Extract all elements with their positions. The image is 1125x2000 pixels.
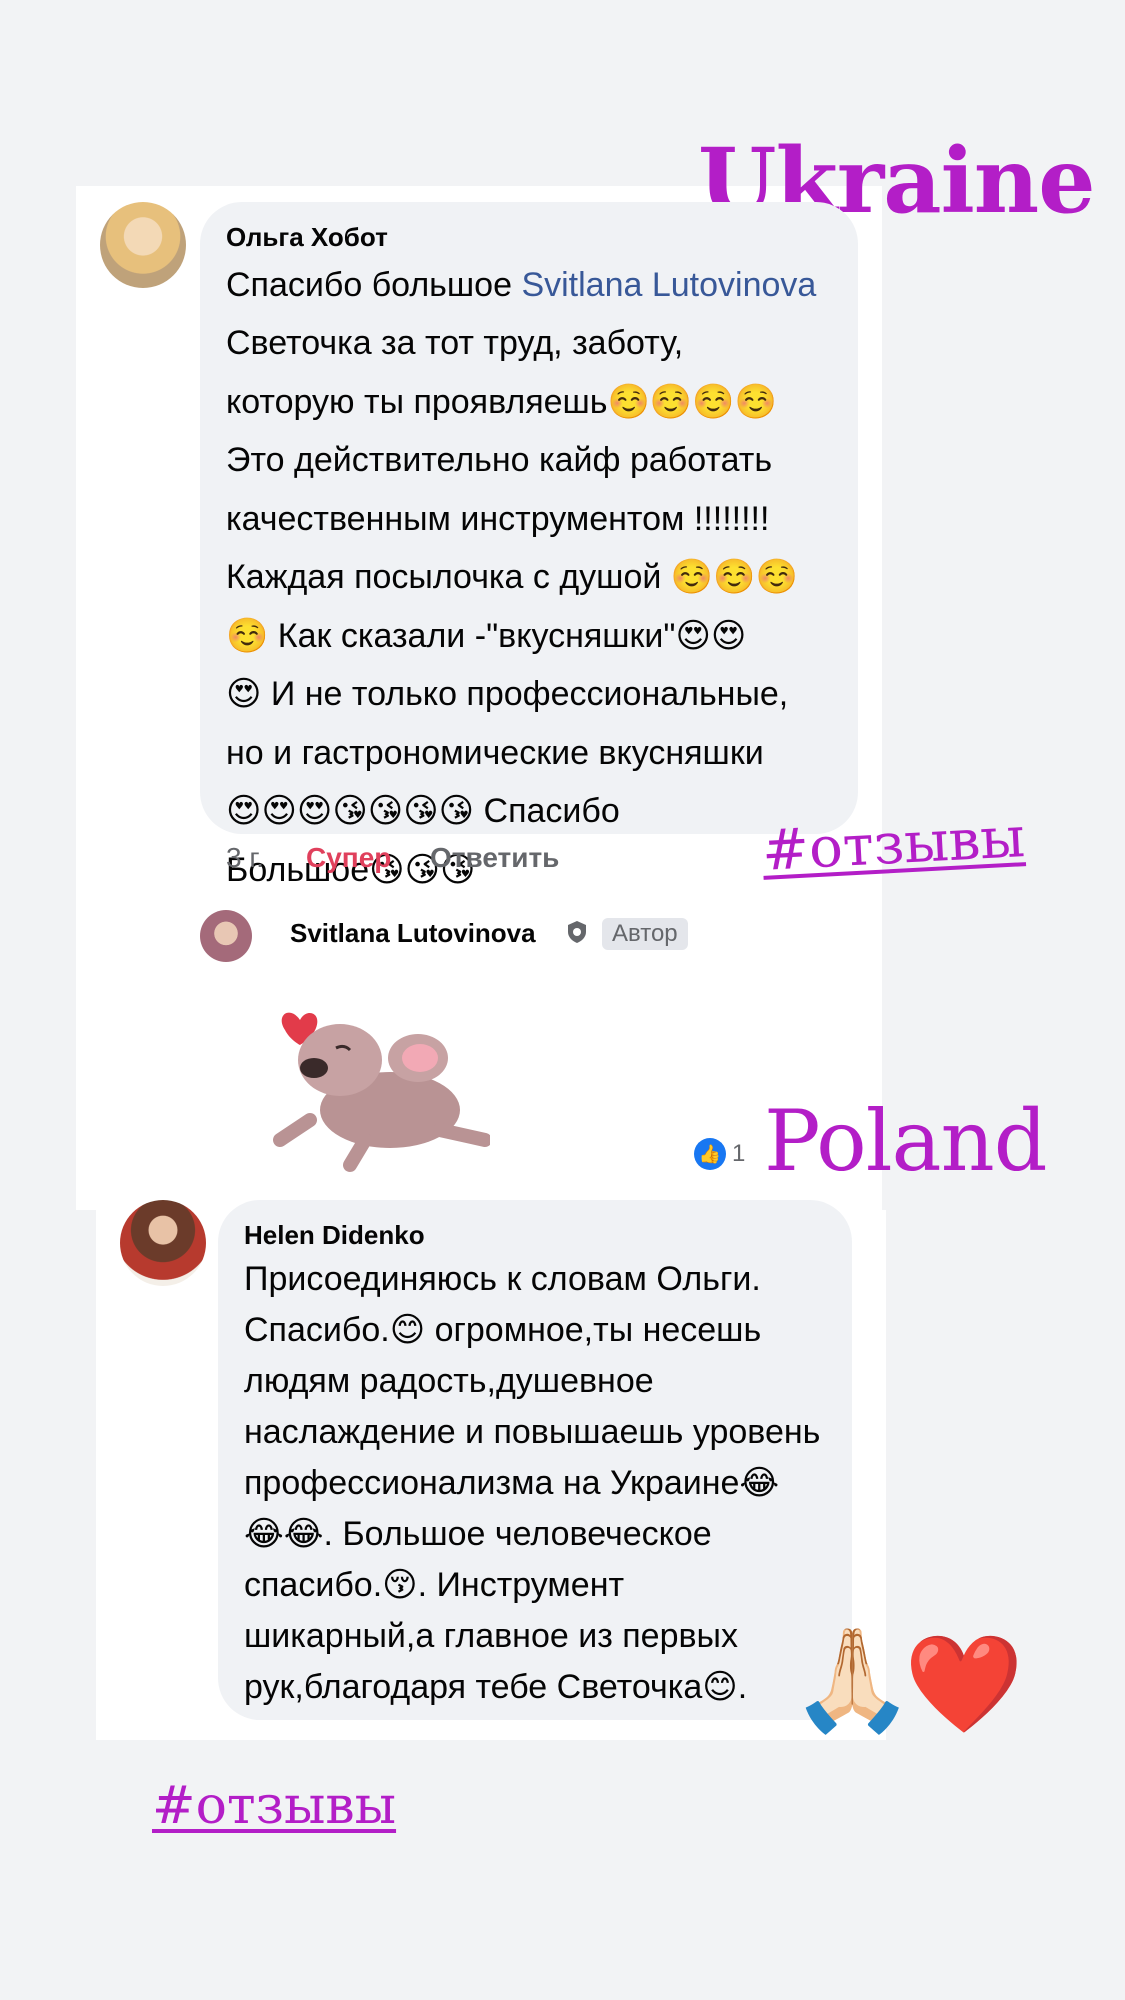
- comment-time[interactable]: 3 г.: [226, 842, 264, 874]
- comment-meta-olga: 3 г. Супер Ответить: [226, 842, 626, 882]
- comment-line: рук,благодаря тебе Светочка😊.: [244, 1668, 748, 1706]
- avatar-olga[interactable]: [100, 202, 186, 288]
- comment-line: Это действительно кайф работать: [226, 441, 773, 480]
- comment-line: но и гастрономические вкусняшки: [226, 733, 764, 772]
- comment-line: 😍 И не только профессиональные,: [226, 675, 789, 714]
- avatar-svitlana[interactable]: [200, 910, 252, 962]
- hashtag-top: #отзывы: [760, 805, 1027, 884]
- comment-line: которую ты проявляешь☺️☺️☺️☺️: [226, 382, 777, 421]
- like-count: 1: [732, 1140, 746, 1167]
- author-badge: Автор: [602, 918, 688, 950]
- avatar-helen[interactable]: [120, 1200, 206, 1286]
- comment-line: Спасибо большое Svitlana Lutovinova: [226, 266, 817, 304]
- reply-author-svitlana[interactable]: Svitlana Lutovinova: [290, 918, 536, 949]
- comment-line: наслаждение и повышаешь уровень: [244, 1413, 821, 1451]
- comment-line: спасибо.😚. Инструмент: [244, 1566, 625, 1604]
- comment-line: шикарный,а главное из первых: [244, 1617, 738, 1655]
- comment-author-olga[interactable]: Ольга Хобот: [226, 222, 388, 253]
- hashtag-bottom: #отзывы: [152, 1776, 397, 1836]
- comment-line: Присоединяюсь к словам Ольги.: [244, 1260, 761, 1298]
- red-heart-emoji: ❤️: [904, 1628, 1024, 1740]
- comment-line: качественным инструментом !!!!!!!!: [226, 499, 770, 538]
- verified-shield-icon: [566, 920, 588, 944]
- poland-label: Poland: [764, 1092, 1048, 1190]
- pray-hands-emoji: 🙏🏻: [790, 1621, 915, 1738]
- comment-line: Спасибо.😊 огромное,ты несешь: [244, 1311, 762, 1349]
- comment-text-helen: Присоединяюсь к словам Ольги. Спасибо.😊 …: [244, 1254, 864, 1713]
- thumbs-up-icon: 👍: [694, 1138, 726, 1170]
- comment-line: Каждая посылочка с душой ☺️☺️☺️: [226, 558, 798, 597]
- mention-svitlana[interactable]: Svitlana Lutovinova: [521, 266, 816, 304]
- reply-like-reaction[interactable]: 👍 1: [694, 1138, 745, 1170]
- comment-line: профессионализма на Украине😂: [244, 1464, 780, 1502]
- comment-line: Светочка за тот труд, заботу,: [226, 324, 684, 363]
- reply-link[interactable]: Ответить: [430, 842, 559, 874]
- comment-line: ☺️ Как сказали -"вкусняшки"😍😍: [226, 616, 747, 655]
- comment-line: 😂😂. Большое человеческое: [244, 1515, 712, 1553]
- comment-author-helen[interactable]: Helen Didenko: [244, 1220, 425, 1251]
- dog-sticker: [270, 990, 492, 1180]
- comment-line: людям радость,душевное: [244, 1362, 654, 1400]
- reaction-link[interactable]: Супер: [306, 842, 391, 874]
- comment-text-olga: Спасибо большое Svitlana Lutovinova Свет…: [226, 256, 866, 899]
